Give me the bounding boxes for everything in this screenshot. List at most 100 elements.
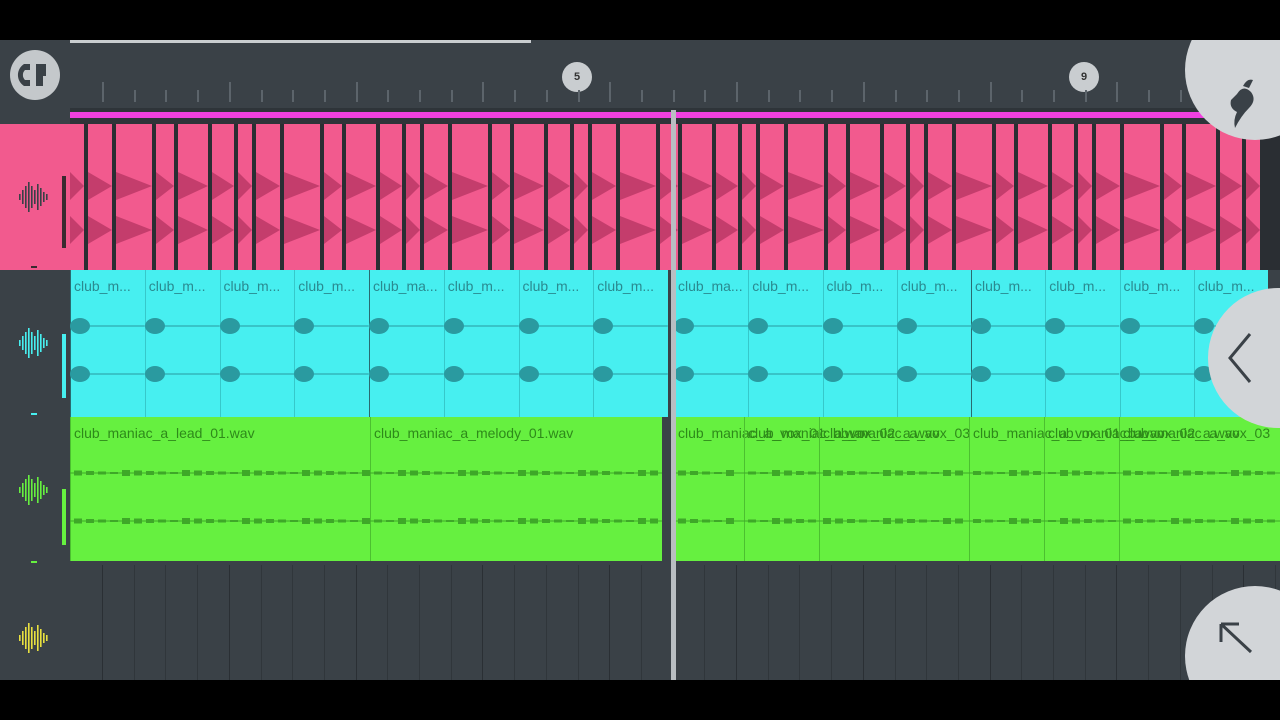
clip-waveform <box>896 318 971 382</box>
audio-clip[interactable] <box>238 124 254 270</box>
audio-clip[interactable] <box>452 124 490 270</box>
ruler-tick <box>577 90 580 102</box>
grid-line <box>831 565 833 680</box>
audio-clip[interactable] <box>760 124 786 270</box>
ruler-tick <box>862 82 865 102</box>
corner-expand-button[interactable] <box>1185 586 1280 680</box>
track-fold-icon[interactable] <box>31 561 37 563</box>
audio-clip[interactable] <box>256 124 282 270</box>
grid-line <box>419 565 420 680</box>
audio-clip[interactable] <box>1186 124 1218 270</box>
track-header-2[interactable] <box>0 270 70 417</box>
audio-clip[interactable] <box>884 124 908 270</box>
audio-clip[interactable] <box>1096 124 1122 270</box>
audio-clip[interactable] <box>788 124 826 270</box>
ruler-tick <box>450 90 453 102</box>
audio-clip-group[interactable]: club_m... club_m... club_m... club_m... club… <box>70 270 668 417</box>
ruler-tick <box>292 90 295 102</box>
clip-waveform <box>1119 470 1280 524</box>
timeline-ruler[interactable]: 5 9 <box>70 43 1280 108</box>
audio-clip[interactable] <box>346 124 378 270</box>
audio-clip[interactable] <box>1078 124 1094 270</box>
bar-marker-5[interactable]: 5 <box>562 62 592 92</box>
ruler-tick <box>1148 90 1151 102</box>
clip-waveform <box>256 172 280 244</box>
clip-waveform <box>406 172 420 244</box>
audio-clip[interactable] <box>284 124 322 270</box>
grid-line <box>862 565 864 680</box>
audio-clip-group[interactable]: club_maniac_a_lead_01.wav club_maniac_a_m… <box>70 417 662 561</box>
clip-waveform <box>748 318 823 382</box>
audio-clip[interactable] <box>88 124 114 270</box>
audio-clip[interactable] <box>424 124 450 270</box>
clip-waveform <box>760 172 784 244</box>
grid-line <box>640 565 642 680</box>
audio-clip[interactable] <box>956 124 994 270</box>
audio-clip[interactable] <box>492 124 512 270</box>
track-header-3[interactable] <box>0 417 70 565</box>
audio-clip-group[interactable]: club_maniac_a_vox_01_b.wav club_maniac_a_… <box>674 417 1280 561</box>
grid-line <box>1179 565 1181 680</box>
audio-clip[interactable] <box>324 124 344 270</box>
clip-waveform <box>574 172 588 244</box>
track-header-1[interactable] <box>0 124 70 270</box>
grid-line <box>450 565 452 680</box>
fl-logo-button[interactable] <box>1185 40 1280 140</box>
track-header-4[interactable] <box>0 565 70 680</box>
audio-clip[interactable] <box>178 124 210 270</box>
audio-clip[interactable] <box>116 124 154 270</box>
audio-clip[interactable] <box>592 124 618 270</box>
clip-waveform <box>1078 172 1092 244</box>
bar-marker-9[interactable]: 9 <box>1069 62 1099 92</box>
grid-line <box>228 565 230 680</box>
audio-clip[interactable] <box>1246 124 1262 270</box>
track-fold-icon[interactable] <box>31 413 37 415</box>
audio-clip[interactable] <box>996 124 1016 270</box>
ruler-tick <box>323 90 326 102</box>
grid-line <box>704 565 706 680</box>
audio-clip[interactable] <box>850 124 882 270</box>
grid-line <box>165 565 167 680</box>
clip-waveform <box>1018 172 1048 244</box>
audio-clip[interactable] <box>574 124 590 270</box>
audio-clip[interactable] <box>742 124 758 270</box>
audio-clip[interactable] <box>660 124 680 270</box>
magnet-snap-button[interactable] <box>10 50 60 100</box>
audio-clip[interactable] <box>1124 124 1162 270</box>
audio-clip[interactable] <box>380 124 404 270</box>
grid-line <box>1084 565 1086 680</box>
audio-clip[interactable] <box>682 124 714 270</box>
audio-clip[interactable] <box>514 124 546 270</box>
clip-waveform <box>70 318 145 382</box>
ruler-tick <box>545 90 548 102</box>
audio-clip[interactable] <box>620 124 658 270</box>
audio-clip[interactable] <box>1220 124 1244 270</box>
clip-waveform <box>294 318 369 382</box>
clip-waveform <box>238 172 252 244</box>
audio-clip[interactable] <box>156 124 176 270</box>
track-fold-icon[interactable] <box>31 266 37 268</box>
audio-clip[interactable] <box>212 124 236 270</box>
audio-clip[interactable] <box>716 124 740 270</box>
audio-clip[interactable] <box>406 124 422 270</box>
grid-line <box>989 565 991 680</box>
audio-clip[interactable] <box>1018 124 1050 270</box>
clip-waveform <box>452 172 488 244</box>
audio-clip-group[interactable]: club_ma... club_m... club_m... club_m... clu… <box>674 270 1268 417</box>
ruler-tick <box>609 82 612 102</box>
audio-clip[interactable] <box>828 124 848 270</box>
audio-clip[interactable] <box>928 124 954 270</box>
audio-clip[interactable] <box>548 124 572 270</box>
grid-line <box>355 565 357 680</box>
clip-waveform <box>828 172 846 244</box>
audio-clip[interactable] <box>70 124 86 270</box>
collapse-panel-button[interactable] <box>1208 288 1280 428</box>
audio-clip[interactable] <box>910 124 926 270</box>
ruler-tick <box>736 82 738 102</box>
playhead[interactable] <box>671 110 676 680</box>
audio-clip[interactable] <box>1052 124 1076 270</box>
grid-line <box>1053 565 1054 680</box>
audio-clip[interactable] <box>1164 124 1184 270</box>
waveform-icon <box>19 182 48 212</box>
clip-waveform <box>788 172 824 244</box>
